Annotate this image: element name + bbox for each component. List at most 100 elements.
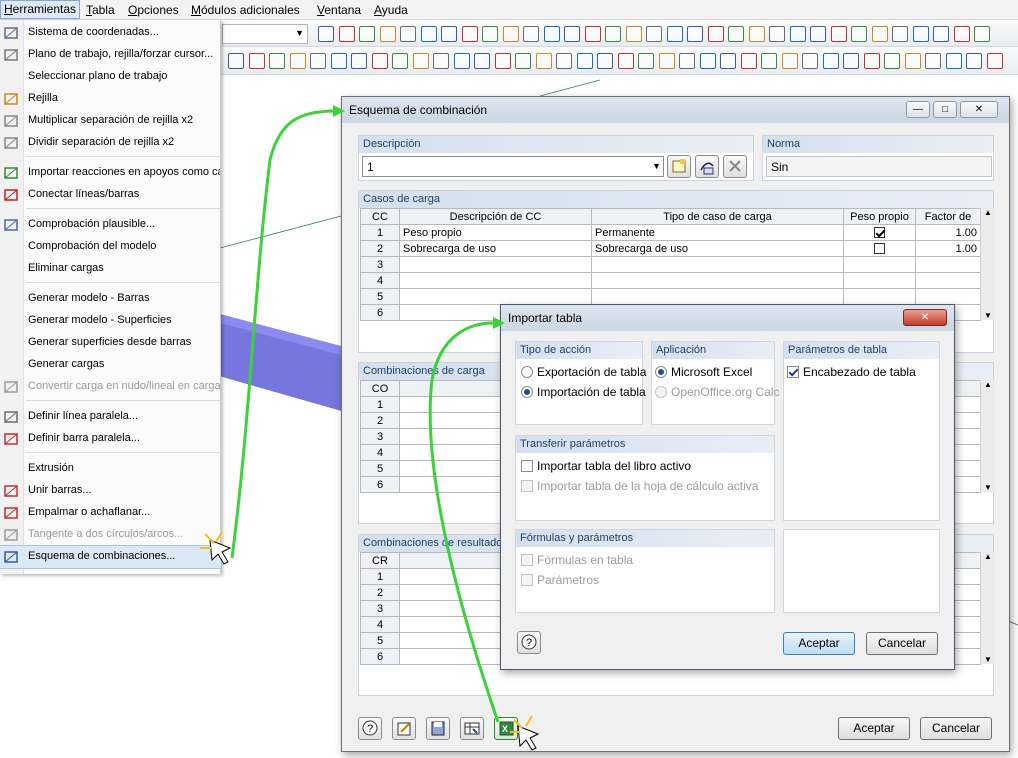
row-number[interactable]: 2	[360, 584, 400, 601]
toolbar-icon[interactable]	[461, 26, 478, 42]
table-cell[interactable]	[843, 256, 916, 273]
toolbar-icon[interactable]	[494, 53, 511, 69]
table-cell[interactable]	[843, 288, 916, 305]
casos-col-header[interactable]: Tipo de caso de carga	[591, 208, 844, 225]
toolbar-icon[interactable]	[953, 26, 970, 42]
casos-scrollbar[interactable]: ▲ ▼	[980, 208, 995, 320]
menu-item-11[interactable]: Eliminar cargas	[0, 258, 221, 280]
copy-combination-button[interactable]	[695, 155, 719, 178]
toolbar-icon[interactable]	[625, 26, 642, 42]
toolbar-icon[interactable]	[740, 53, 757, 69]
delete-combination-button[interactable]	[723, 155, 747, 178]
toolbar-icon[interactable]	[863, 53, 880, 69]
table-cell[interactable]	[399, 256, 592, 273]
menu-item-6[interactable]: Dividir separación de rejilla x2	[0, 132, 221, 154]
encabezado-check[interactable]	[787, 366, 799, 378]
menu-item-18[interactable]: Definir barra paralela...	[0, 428, 221, 450]
toolbar-icon[interactable]	[666, 26, 683, 42]
menu-modulos[interactable]: Módulos adicionales	[191, 3, 300, 17]
casos-col-header[interactable]: Descripción de CC	[399, 208, 592, 225]
toolbar-icon[interactable]	[871, 26, 888, 42]
excel-import-button[interactable]: X	[494, 717, 518, 740]
excel-radio-dot[interactable]	[655, 366, 667, 378]
toolbar-icon[interactable]	[330, 53, 347, 69]
table-cell[interactable]	[915, 256, 981, 273]
toolbar-icon[interactable]	[523, 26, 539, 42]
menu-item-7[interactable]: Importar reacciones en apoyos como carga…	[0, 162, 221, 184]
table-row[interactable]: 2 Sobrecarga de uso Sobrecarga de uso 1.00	[360, 240, 981, 257]
combinaciones-scrollbar[interactable]: ▲ ▼	[980, 380, 995, 492]
toolbar-icon[interactable]	[789, 26, 806, 42]
toolbar-icon[interactable]	[412, 53, 429, 69]
toolbar-icon[interactable]	[904, 53, 921, 69]
cancel-button[interactable]: Cancelar	[920, 717, 992, 740]
row-number[interactable]: 3	[360, 428, 400, 445]
menu-item-10[interactable]: Comprobación del modelo	[0, 236, 221, 258]
toolbar-icon[interactable]	[584, 26, 601, 42]
toolbar-icon[interactable]	[884, 53, 900, 69]
toolbar-icon[interactable]	[453, 53, 470, 69]
combinaciones-col-header[interactable]: CO	[360, 380, 400, 397]
import-radio-dot[interactable]	[521, 386, 533, 398]
menu-item-1[interactable]: Sistema de coordenadas...	[0, 22, 221, 44]
toolbar-icon[interactable]	[400, 26, 416, 42]
toolbar-icon[interactable]	[933, 26, 949, 42]
menu-item-4[interactable]: Rejilla	[0, 88, 221, 110]
table-cell[interactable]	[915, 272, 981, 289]
menu-item-12[interactable]: Generar modelo - Barras	[0, 288, 221, 310]
toolbar-icon[interactable]	[482, 26, 498, 42]
table-cell[interactable]: 1.00	[915, 224, 981, 241]
menu-item-14[interactable]: Generar superficies desde barras	[0, 332, 221, 354]
descripcion-select[interactable]: 1 ▼	[362, 156, 664, 177]
toolbar-icon[interactable]	[564, 26, 580, 42]
toolbar-icon[interactable]	[269, 53, 285, 69]
menu-item-17[interactable]: Definir línea paralela...	[0, 406, 221, 428]
toolbar-icon[interactable]	[433, 53, 449, 69]
toolbar-icon[interactable]	[289, 53, 306, 69]
table-cell[interactable]: 6	[360, 304, 400, 321]
toolbar-icon[interactable]	[822, 53, 839, 69]
table-cell[interactable]: Sobrecarga de uso	[399, 240, 592, 257]
toolbar-icon[interactable]	[945, 53, 962, 69]
toolbar-icon[interactable]	[638, 53, 654, 69]
toolbar-icon[interactable]	[379, 26, 396, 42]
menu-item-13[interactable]: Generar modelo - Superficies	[0, 310, 221, 332]
table-cell[interactable]: 4	[360, 272, 400, 289]
toolbar-icon[interactable]	[543, 26, 560, 42]
menu-item-20[interactable]: Unir barras...	[0, 480, 221, 502]
minimize-button[interactable]: —	[906, 101, 930, 118]
menu-opciones[interactable]: Opciones	[128, 3, 179, 17]
libro-activo-checkbox[interactable]: Importar tabla del libro activo	[521, 459, 691, 473]
table-cell[interactable]: 3	[360, 256, 400, 273]
toolbar-icon[interactable]	[761, 53, 777, 69]
toolbar-icon[interactable]	[830, 26, 847, 42]
toolbar-icon[interactable]	[556, 53, 572, 69]
toolbar-icon[interactable]	[748, 26, 765, 42]
casos-col-header[interactable]: Peso propio	[843, 208, 916, 225]
table-export-button[interactable]	[460, 717, 484, 740]
table-row[interactable]: 4	[360, 272, 981, 289]
toolbar-icon[interactable]	[687, 26, 703, 42]
toolbar-icon[interactable]	[966, 53, 982, 69]
toolbar-icon[interactable]	[392, 53, 408, 69]
table-cell[interactable]	[399, 272, 592, 289]
toolbar-icon[interactable]	[597, 53, 613, 69]
row-number[interactable]: 1	[360, 396, 400, 413]
table-row[interactable]: 3	[360, 256, 981, 273]
toolbar-icon[interactable]	[912, 26, 929, 42]
toolbar-icon[interactable]	[699, 53, 716, 69]
toolbar-icon[interactable]	[658, 53, 675, 69]
toolbar-icon[interactable]	[781, 53, 798, 69]
toolbar-icon[interactable]	[802, 53, 818, 69]
toolbar-icon[interactable]	[728, 26, 744, 42]
row-number[interactable]: 1	[360, 568, 400, 585]
toolbar-icon[interactable]	[474, 53, 490, 69]
import-ok-button[interactable]: Aceptar	[783, 632, 855, 655]
toolbar-icon[interactable]	[420, 26, 437, 42]
table-cell[interactable]: Peso propio	[399, 224, 592, 241]
chevron-down-icon[interactable]: ▼	[652, 161, 661, 171]
table-cell[interactable]	[399, 288, 592, 305]
edit-button[interactable]	[392, 717, 416, 740]
row-number[interactable]: 4	[360, 444, 400, 461]
table-cell[interactable]	[843, 224, 916, 241]
